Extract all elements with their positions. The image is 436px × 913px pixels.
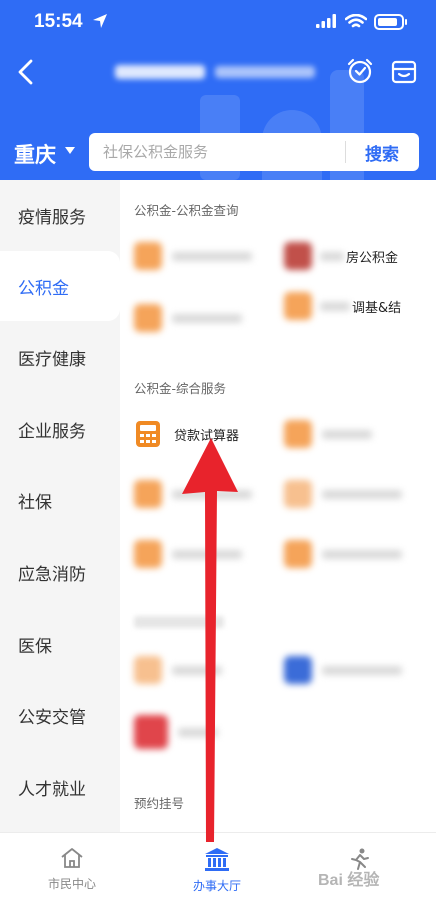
service-item-blurred[interactable]	[134, 650, 284, 690]
service-item-blurred[interactable]	[134, 298, 284, 338]
city-selector[interactable]: 重庆	[14, 139, 56, 169]
sidebar-item-label: 社保	[18, 492, 52, 513]
tab-label: 办事大厅	[192, 879, 241, 893]
service-label: 房公积金	[346, 250, 399, 266]
status-time: 15:54	[34, 11, 83, 32]
sidebar-item-label: 医保	[18, 636, 52, 657]
sidebar-item-label: 医疗健康	[18, 349, 86, 370]
service-item-blurred[interactable]	[284, 534, 434, 574]
home-icon	[61, 848, 83, 868]
government-building-icon	[205, 848, 229, 871]
sidebar-item-medical-insurance[interactable]: 医保	[0, 609, 120, 679]
sidebar-item-traffic-police[interactable]: 公安交管	[0, 680, 120, 750]
service-item-blurred[interactable]	[134, 712, 284, 752]
search-divider	[345, 141, 346, 163]
page-title-blurred	[115, 62, 320, 82]
alarm-clock-icon[interactable]	[346, 57, 374, 85]
service-item-blurred[interactable]	[134, 534, 284, 574]
sidebar-item-label: 人才就业	[18, 779, 86, 800]
sidebar-item-label: 疫情服务	[18, 207, 86, 228]
sidebar-item-epidemic[interactable]: 疫情服务	[0, 180, 120, 250]
tab-service-hall[interactable]: 办事大厅	[157, 847, 277, 897]
service-item-housing-fund[interactable]: 房公积金	[284, 236, 434, 276]
sidebar-item-social-security[interactable]: 社保	[0, 465, 120, 535]
search-bar: 搜索	[89, 133, 419, 171]
service-label: 调基&结	[352, 300, 402, 316]
section-title-fund-query: 公积金-公积金查询	[134, 203, 239, 218]
tab-label: 市民中心	[47, 877, 96, 891]
back-button[interactable]	[14, 58, 38, 86]
sidebar-item-label: 公积金	[18, 278, 69, 299]
service-item-blurred[interactable]	[134, 236, 284, 276]
service-item-blurred[interactable]	[284, 474, 434, 514]
search-button[interactable]: 搜索	[351, 139, 413, 165]
service-item-blurred[interactable]	[284, 414, 434, 454]
service-list: 公积金-公积金查询 房公积金 调基&结 公积金-综合服务 贷款试算器 预约挂号	[120, 180, 436, 832]
service-item-blurred[interactable]	[134, 474, 284, 514]
watermark: Bai 经验	[318, 872, 380, 889]
category-sidebar: 疫情服务 公积金 医疗健康 企业服务 社保 应急消防 医保 公安交管 人才就业	[0, 180, 120, 832]
header: 15:54 重庆 社保公积金服务 搜索	[0, 0, 436, 180]
wifi-icon	[345, 14, 367, 28]
sidebar-item-label: 应急消防	[18, 564, 86, 585]
section-title-appointment: 预约挂号	[134, 796, 185, 811]
tab-citizen-center[interactable]: 市民中心	[12, 847, 132, 897]
location-arrow-icon	[93, 14, 107, 28]
sidebar-item-enterprise[interactable]: 企业服务	[0, 394, 120, 464]
service-item-loan-calculator[interactable]: 贷款试算器	[134, 414, 284, 454]
cellular-signal-icon	[316, 14, 336, 28]
section-title-blurred	[134, 616, 224, 628]
service-item-fund-base[interactable]: 调基&结	[284, 286, 434, 326]
sidebar-item-medical-health[interactable]: 医疗健康	[0, 322, 120, 392]
service-item-blurred[interactable]	[284, 650, 434, 690]
battery-level	[378, 18, 397, 26]
service-label: 贷款试算器	[174, 428, 240, 444]
sidebar-item-housing-fund[interactable]: 公积金	[0, 251, 120, 321]
status-bar: 15:54	[0, 0, 436, 46]
sidebar-item-emergency-fire[interactable]: 应急消防	[0, 537, 120, 607]
wallet-icon[interactable]	[390, 58, 418, 86]
search-input[interactable]	[103, 141, 333, 163]
caret-down-icon[interactable]	[65, 147, 75, 154]
battery-icon	[374, 14, 407, 30]
sidebar-item-label: 公安交管	[18, 707, 86, 728]
calculator-icon	[136, 421, 160, 447]
section-title-fund-services: 公积金-综合服务	[134, 381, 227, 396]
sidebar-item-label: 企业服务	[18, 421, 86, 442]
sidebar-item-talent-employment[interactable]: 人才就业	[0, 752, 120, 822]
